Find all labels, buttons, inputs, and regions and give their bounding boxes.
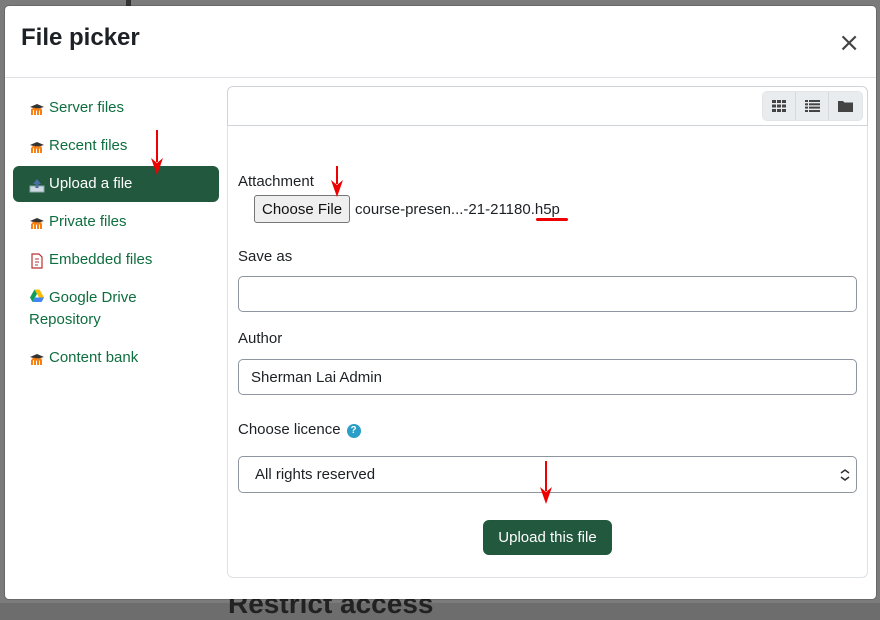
sidebar-item-label: Embedded files	[49, 251, 153, 268]
file-picker-dialog: File picker × Server files Recent files	[5, 6, 876, 599]
upload-icon	[29, 179, 45, 193]
sidebar-item-google-drive-repository[interactable]: Google Drive Repository	[13, 280, 219, 338]
help-icon[interactable]: ?	[346, 423, 361, 438]
choose-file-button[interactable]: Choose File	[254, 195, 351, 223]
moodle-icon	[30, 218, 44, 229]
grid-view-icon	[772, 100, 786, 112]
moodle-icon	[30, 142, 44, 153]
upload-form: Attachment Choose File course-presen...-…	[227, 126, 868, 578]
google-drive-icon	[30, 289, 44, 302]
sidebar-item-label: Google Drive Repository	[29, 289, 137, 328]
folder-view-icon	[838, 101, 853, 112]
sidebar-item-content-bank[interactable]: Content bank	[13, 340, 219, 376]
annotation-arrow-icon	[540, 461, 552, 504]
save-as-label: Save as	[238, 248, 293, 265]
view-switcher	[762, 91, 863, 121]
annotation-underline	[536, 218, 568, 221]
sidebar-item-private-files[interactable]: Private files	[13, 204, 219, 240]
annotation-arrow-icon	[331, 166, 343, 197]
attachment-field: Choose File course-presen...-21-21180.h5…	[254, 195, 560, 223]
sidebar-item-label: Recent files	[49, 137, 128, 154]
annotation-arrow-icon	[151, 130, 163, 175]
sidebar-item-label: Server files	[49, 99, 125, 116]
list-view-icon	[804, 100, 820, 112]
icon-view-button[interactable]	[763, 92, 796, 120]
licence-selected-value: All rights reserved	[255, 466, 376, 483]
sidebar-item-upload-a-file[interactable]: Upload a file	[13, 166, 219, 202]
save-as-input[interactable]	[238, 276, 857, 312]
sidebar-item-recent-files[interactable]: Recent files	[13, 128, 219, 164]
close-button[interactable]: ×	[838, 30, 860, 56]
moodle-icon	[30, 104, 44, 115]
tree-view-button[interactable]	[829, 92, 862, 120]
licence-label-row: Choose licence?	[238, 421, 361, 438]
list-view-button[interactable]	[796, 92, 829, 120]
author-input[interactable]	[238, 359, 857, 395]
attachment-label: Attachment	[238, 173, 314, 190]
upload-this-file-button[interactable]: Upload this file	[483, 520, 612, 555]
licence-label: Choose licence	[238, 421, 341, 438]
sidebar-item-label: Content bank	[49, 349, 139, 366]
selected-file-name: course-presen...-21-21180.h5p	[355, 200, 560, 218]
dialog-header: File picker ×	[5, 6, 876, 78]
file-toolbar	[227, 86, 868, 126]
moodle-icon	[30, 354, 44, 365]
sidebar-item-embedded-files[interactable]: Embedded files	[13, 242, 219, 278]
dialog-title: File picker	[21, 24, 140, 51]
document-icon	[31, 253, 43, 269]
sidebar-item-server-files[interactable]: Server files	[13, 90, 219, 126]
sidebar-item-label: Upload a file	[49, 175, 133, 192]
sidebar-item-label: Private files	[49, 213, 127, 230]
repository-sidebar: Server files Recent files Upload a file	[13, 90, 219, 376]
chevron-updown-icon	[840, 469, 850, 481]
author-label: Author	[238, 330, 283, 347]
close-icon: ×	[838, 28, 860, 58]
